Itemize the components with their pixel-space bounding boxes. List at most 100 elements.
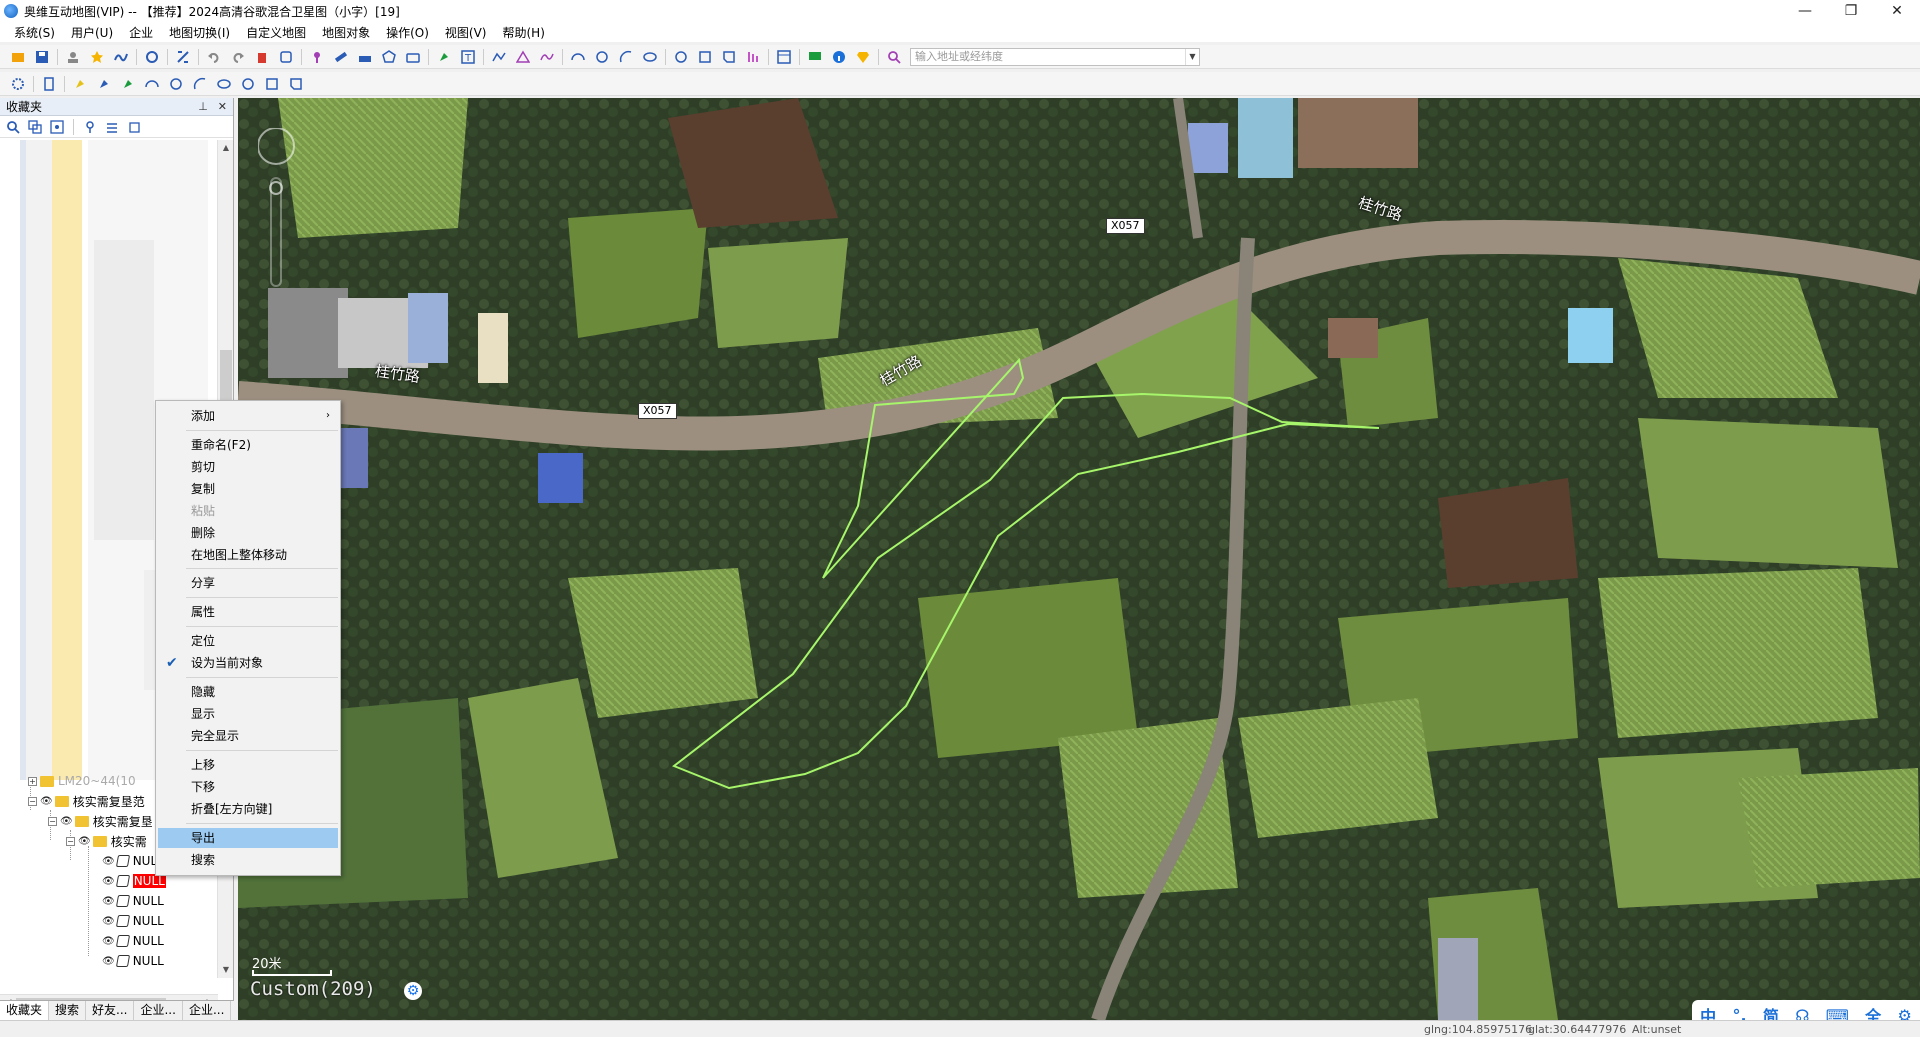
collapse-toggle[interactable]: − xyxy=(66,836,75,846)
tab-favorites[interactable]: 收藏夹 xyxy=(0,1001,50,1020)
duplicate-icon[interactable] xyxy=(125,118,143,136)
marker-green-icon[interactable] xyxy=(118,74,138,94)
close-panel-icon[interactable]: ✕ xyxy=(218,100,227,113)
menu-item-move-on-map[interactable]: 在地图上整体移动 xyxy=(158,545,338,565)
save-icon[interactable] xyxy=(32,47,52,67)
menu-item-hide[interactable]: 隐藏 xyxy=(158,682,338,702)
target-icon[interactable] xyxy=(48,118,66,136)
tag-draw-icon[interactable] xyxy=(286,74,306,94)
menu-map-switch[interactable]: 地图切换(I) xyxy=(161,24,238,41)
label-tool-icon[interactable] xyxy=(719,47,739,67)
menu-operation[interactable]: 操作(O) xyxy=(378,24,437,41)
menu-item-properties[interactable]: 属性 xyxy=(158,602,338,622)
menu-item-show[interactable]: 显示 xyxy=(158,704,338,724)
chat-icon[interactable] xyxy=(805,47,825,67)
close-button[interactable]: ✕ xyxy=(1874,0,1920,22)
chevron-down-icon[interactable]: ▼ xyxy=(1185,48,1199,65)
menu-map-objects[interactable]: 地图对象 xyxy=(314,24,378,41)
restore-button[interactable]: ❐ xyxy=(1828,0,1874,22)
collapse-toggle[interactable]: − xyxy=(28,796,37,806)
menu-item-locate[interactable]: 定位 xyxy=(158,631,338,651)
menu-view[interactable]: 视图(V) xyxy=(437,24,495,41)
tree-node[interactable]: + LM20~44(10 xyxy=(28,771,136,791)
open-icon[interactable] xyxy=(8,47,28,67)
circle-draw-icon[interactable] xyxy=(166,74,186,94)
menu-item-cut[interactable]: 剪切 xyxy=(158,457,338,477)
menu-item-delete[interactable]: 删除 xyxy=(158,523,338,543)
area-measure-icon[interactable] xyxy=(355,47,375,67)
tree-leaf[interactable]: 👁 NULL xyxy=(102,911,164,931)
menu-item-set-current[interactable]: ✔ 设为当前对象 xyxy=(158,653,338,673)
tree-leaf[interactable]: 👁 NULL xyxy=(102,931,164,951)
eye-icon[interactable]: 👁 xyxy=(102,956,115,967)
menu-custom-map[interactable]: 自定义地图 xyxy=(238,24,314,41)
tab-search[interactable]: 搜索 xyxy=(49,1001,87,1020)
eye-icon[interactable]: 👁 xyxy=(78,836,91,847)
pin-panel-icon[interactable]: ⊥ xyxy=(198,100,208,113)
menu-enterprise[interactable]: 企业 xyxy=(121,24,161,41)
document-icon[interactable] xyxy=(39,74,59,94)
bars-icon[interactable] xyxy=(743,47,763,67)
eye-icon[interactable]: 👁 xyxy=(102,856,115,867)
menu-item-copy[interactable]: 复制 xyxy=(158,479,338,499)
menu-user[interactable]: 用户(U) xyxy=(63,24,121,41)
transform-icon[interactable] xyxy=(173,47,193,67)
menu-item-show-all[interactable]: 完全显示 xyxy=(158,726,338,746)
minimize-button[interactable]: — xyxy=(1782,0,1828,22)
address-search-input[interactable]: 输入地址或经纬度 ▼ xyxy=(910,47,1200,66)
menu-item-move-down[interactable]: 下移 xyxy=(158,777,338,797)
menu-item-collapse[interactable]: 折叠[左方向键] xyxy=(158,799,338,819)
location-icon[interactable] xyxy=(81,118,99,136)
menu-help[interactable]: 帮助(H) xyxy=(494,24,552,41)
tab-enterprise-2[interactable]: 企业... xyxy=(183,1001,232,1020)
tree-node[interactable]: − 👁 核实需 xyxy=(66,831,147,851)
undo-icon[interactable] xyxy=(204,47,224,67)
menu-item-share[interactable]: 分享 xyxy=(158,573,338,593)
copy-icon[interactable] xyxy=(26,118,44,136)
menu-system[interactable]: 系统(S) xyxy=(6,24,63,41)
square-tool-icon[interactable] xyxy=(695,47,715,67)
map-view[interactable]: 桂竹路 桂竹路 桂竹路 X057 X057 20米 Custom(209) ⚙ xyxy=(238,98,1920,1020)
eye-icon[interactable]: 👁 xyxy=(102,896,115,907)
zoom-navigation-control[interactable] xyxy=(258,128,308,288)
scroll-up-icon[interactable]: ▲ xyxy=(218,140,234,156)
user-icon[interactable] xyxy=(63,47,83,67)
vip-diamond-icon[interactable] xyxy=(853,47,873,67)
tree-leaf[interactable]: 👁 NULL xyxy=(102,891,164,911)
scroll-down-icon[interactable]: ▼ xyxy=(218,962,234,978)
menu-item-add[interactable]: 添加 › xyxy=(158,406,338,426)
pin-icon[interactable] xyxy=(307,47,327,67)
square-draw-icon[interactable] xyxy=(262,74,282,94)
pushpin-icon[interactable] xyxy=(434,47,454,67)
sector-icon[interactable] xyxy=(616,47,636,67)
ellipse-draw-icon[interactable] xyxy=(214,74,234,94)
ring-icon[interactable] xyxy=(238,74,258,94)
info-icon[interactable] xyxy=(829,47,849,67)
layer-icon[interactable] xyxy=(142,47,162,67)
sector-draw-icon[interactable] xyxy=(190,74,210,94)
curve-icon[interactable] xyxy=(537,47,557,67)
marker-yellow-icon[interactable] xyxy=(70,74,90,94)
polygon-icon[interactable] xyxy=(379,47,399,67)
eye-icon[interactable]: 👁 xyxy=(102,916,115,927)
menu-item-rename[interactable]: 重命名(F2) xyxy=(158,435,338,455)
eye-icon[interactable]: 👁 xyxy=(60,816,73,827)
line-icon[interactable] xyxy=(489,47,509,67)
text-icon[interactable]: T xyxy=(458,47,478,67)
track-icon[interactable] xyxy=(111,47,131,67)
marker-blue-icon[interactable] xyxy=(94,74,114,94)
search-icon[interactable] xyxy=(884,47,904,67)
settings-icon[interactable] xyxy=(8,74,28,94)
tree-node[interactable]: − 👁 核实需复垦范 xyxy=(28,791,145,811)
select-icon[interactable] xyxy=(276,47,296,67)
ellipse-icon[interactable] xyxy=(640,47,660,67)
gear-icon[interactable]: ⚙ xyxy=(404,982,422,1000)
circle-tool-icon[interactable] xyxy=(671,47,691,67)
tree-node[interactable]: − 👁 核实需复垦 xyxy=(48,811,153,831)
eye-icon[interactable]: 👁 xyxy=(40,796,53,807)
list-icon[interactable] xyxy=(103,118,121,136)
menu-item-search[interactable]: 搜索 xyxy=(158,850,338,870)
triangle-icon[interactable] xyxy=(513,47,533,67)
camera-icon[interactable] xyxy=(403,47,423,67)
eye-icon[interactable]: 👁 xyxy=(102,936,115,947)
